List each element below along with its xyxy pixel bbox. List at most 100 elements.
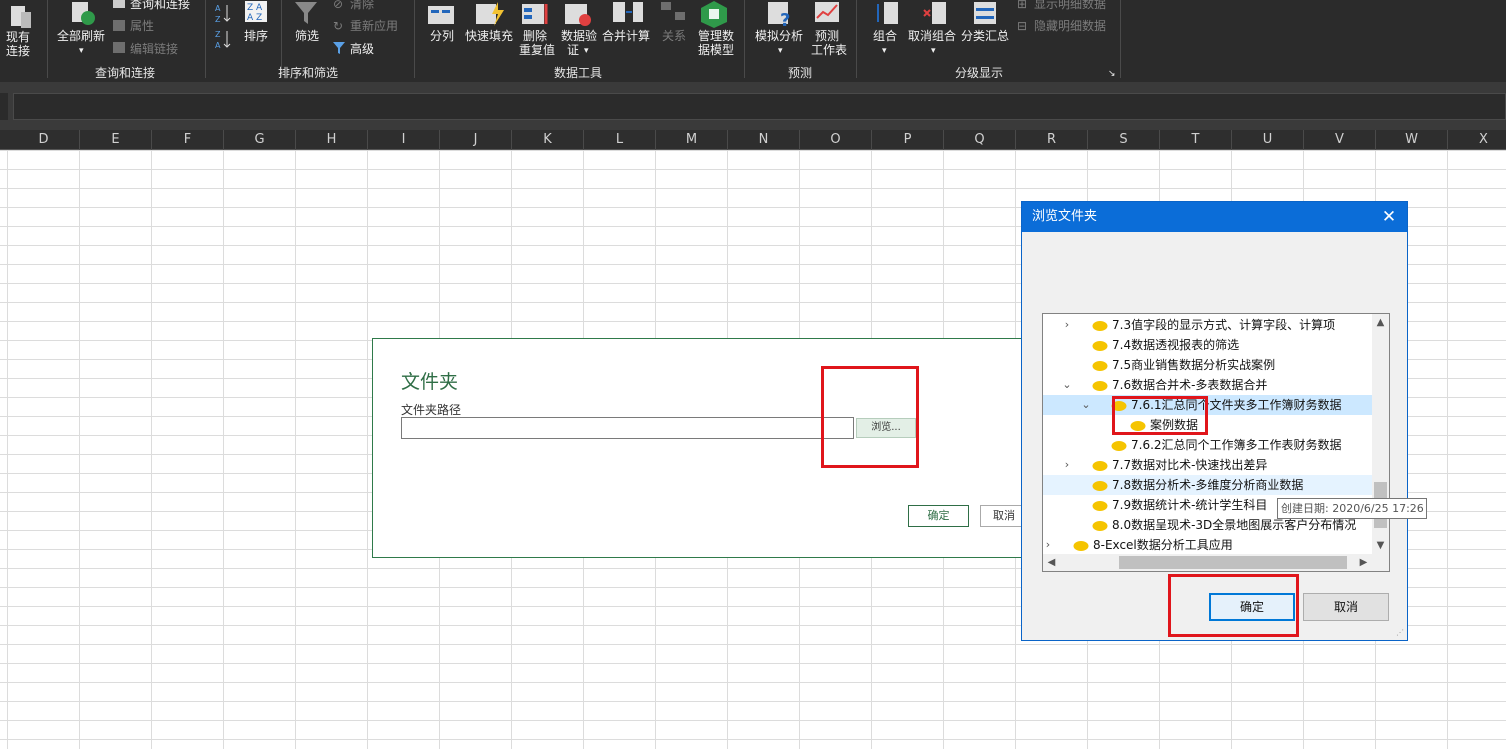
column-header-h[interactable]: H xyxy=(296,130,368,150)
folder-path-label: 文件夹路径 xyxy=(401,403,462,417)
consolidate-button[interactable]: 合并计算 xyxy=(602,29,650,43)
column-header-j[interactable]: J xyxy=(440,130,512,150)
scroll-up-icon[interactable]: ▲ xyxy=(1372,314,1389,331)
column-header-o[interactable]: O xyxy=(800,130,872,150)
column-header-n[interactable]: N xyxy=(728,130,800,150)
properties-button[interactable]: 属性 xyxy=(130,19,154,33)
folder-path-input[interactable] xyxy=(401,417,854,439)
column-header-f[interactable]: F xyxy=(152,130,224,150)
folder-tree-item[interactable]: ⌄ 7.6数据合并术-多表数据合并 xyxy=(1043,375,1373,395)
refresh-dropdown-arrow[interactable]: ▾ xyxy=(79,44,84,58)
advanced-button[interactable]: 高级 xyxy=(350,42,374,56)
folder-tree-item[interactable]: 7.6.2汇总同个工作簿多工作表财务数据 xyxy=(1043,435,1373,455)
data-validation-dropdown-arrow[interactable]: ▾ xyxy=(584,44,589,58)
folder-icon xyxy=(1092,461,1108,471)
annotation-box-browse xyxy=(821,366,919,468)
folder-tree-item[interactable]: ⌄ 7.6.1汇总同个文件夹多工作簿财务数据 xyxy=(1043,395,1373,415)
column-header-t[interactable]: T xyxy=(1160,130,1232,150)
sort-az-icon[interactable]: AZ xyxy=(214,2,232,24)
folder-icon xyxy=(1092,341,1108,351)
browse-cancel-button[interactable]: 取消 xyxy=(1303,593,1389,621)
column-header-e[interactable]: E xyxy=(80,130,152,150)
expand-chevron-icon[interactable]: ⌄ xyxy=(1061,375,1073,395)
horizontal-scrollbar[interactable]: ◀ ▶ xyxy=(1043,554,1389,571)
hide-detail-button[interactable]: 隐藏明细数据 xyxy=(1034,19,1106,33)
column-header-r[interactable]: R xyxy=(1016,130,1088,150)
folder-tree-item-label: 7.6.2汇总同个工作簿多工作表财务数据 xyxy=(1131,438,1342,452)
clear-button[interactable]: 清除 xyxy=(350,0,374,11)
column-header-x[interactable]: X xyxy=(1448,130,1506,150)
folder-ok-button[interactable]: 确定 xyxy=(908,505,969,527)
column-header-v[interactable]: V xyxy=(1304,130,1376,150)
group-label-queries: 查询和连接 xyxy=(95,66,156,80)
text-to-columns-button[interactable]: 分列 xyxy=(430,29,454,43)
folder-tree-item-label: 8-Excel数据分析工具应用 xyxy=(1093,538,1233,552)
column-header-s[interactable]: S xyxy=(1088,130,1160,150)
group-divider xyxy=(1120,0,1121,78)
folder-tree-item[interactable]: 7.4数据透视报表的筛选 xyxy=(1043,335,1373,355)
ungroup-button[interactable]: 取消组合 xyxy=(908,29,956,43)
relationships-button[interactable]: 关系 xyxy=(662,29,686,43)
column-header-w[interactable]: W xyxy=(1376,130,1448,150)
column-header-g[interactable]: G xyxy=(224,130,296,150)
refresh-all-button[interactable]: 全部刷新 xyxy=(57,29,105,43)
sort-za-icon[interactable]: ZA xyxy=(214,28,232,50)
expand-chevron-icon[interactable]: ⌄ xyxy=(1080,395,1092,415)
name-box[interactable] xyxy=(0,93,8,120)
filter-button[interactable]: 筛选 xyxy=(295,29,319,43)
column-header-i[interactable]: I xyxy=(368,130,440,150)
column-header-l[interactable]: L xyxy=(584,130,656,150)
resize-grip-icon[interactable]: ⋰ xyxy=(1396,628,1404,637)
folder-dialog: 文件夹 文件夹路径 浏览... 确定 取消 xyxy=(372,338,1052,558)
column-header-d[interactable]: D xyxy=(8,130,80,150)
subtotal-button[interactable]: 分类汇总 xyxy=(961,29,1009,43)
expand-chevron-icon[interactable]: › xyxy=(1043,535,1054,555)
close-icon[interactable]: ✕ xyxy=(1379,202,1399,232)
column-header-u[interactable]: U xyxy=(1232,130,1304,150)
data-validation-button[interactable]: 数据验证 xyxy=(561,29,597,57)
reapply-button[interactable]: 重新应用 xyxy=(350,19,398,33)
svg-text:A: A xyxy=(215,41,221,50)
group-dropdown-arrow[interactable]: ▾ xyxy=(882,44,887,58)
formula-input[interactable] xyxy=(13,93,1506,120)
outline-dialog-launcher-icon[interactable]: ↘ xyxy=(1108,67,1116,81)
manage-data-model-button[interactable]: 管理数 据模型 xyxy=(698,29,734,57)
flash-fill-button[interactable]: 快速填充 xyxy=(465,29,513,43)
group-divider xyxy=(856,0,857,78)
group-button[interactable]: 组合 xyxy=(873,29,897,43)
scroll-right-icon[interactable]: ▶ xyxy=(1355,554,1372,571)
folder-tree[interactable]: › 7.3值字段的显示方式、计算字段、计算项 7.4数据透视报表的筛选 7.5商业销售… xyxy=(1042,313,1390,572)
ungroup-dropdown-arrow[interactable]: ▾ xyxy=(931,44,936,58)
folder-tree-item[interactable]: › 7.7数据对比术-快速找出差异 xyxy=(1043,455,1373,475)
what-if-analysis-button[interactable]: 模拟分析 xyxy=(755,29,803,43)
column-header-p[interactable]: P xyxy=(872,130,944,150)
folder-tree-item[interactable]: 7.8数据分析术-多维度分析商业数据 xyxy=(1043,475,1373,495)
folder-tree-item[interactable]: › 8-Excel数据分析工具应用 xyxy=(1043,535,1373,555)
column-header-k[interactable]: K xyxy=(512,130,584,150)
group-label-sort-filter: 排序和筛选 xyxy=(278,66,339,80)
forecast-sheet-button[interactable]: 预测 工作表 xyxy=(811,29,847,57)
what-if-dropdown-arrow[interactable]: ▾ xyxy=(778,44,783,58)
sort-button[interactable]: 排序 xyxy=(244,29,268,43)
folder-tree-item[interactable]: › 7.3值字段的显示方式、计算字段、计算项 xyxy=(1043,315,1373,335)
refresh-all-icon xyxy=(72,2,95,25)
expand-chevron-icon[interactable]: › xyxy=(1061,455,1073,475)
expand-chevron-icon[interactable]: › xyxy=(1061,315,1073,335)
svg-text:Z: Z xyxy=(215,30,221,39)
horizontal-scroll-thumb[interactable] xyxy=(1119,556,1347,569)
queries-connections-button[interactable]: 查询和连接 xyxy=(130,0,190,11)
scroll-left-icon[interactable]: ◀ xyxy=(1043,554,1060,571)
scroll-down-icon[interactable]: ▼ xyxy=(1372,537,1389,554)
sort-dialog-icon: Z AA Z xyxy=(245,1,267,23)
existing-connections-button[interactable]: 现有 连接 xyxy=(6,30,30,58)
show-detail-button[interactable]: 显示明细数据 xyxy=(1034,0,1106,11)
folder-tree-item[interactable]: 案例数据 xyxy=(1043,415,1373,435)
edit-links-button[interactable]: 编辑链接 xyxy=(130,42,178,56)
remove-duplicates-button[interactable]: 删除 重复值 xyxy=(519,29,555,57)
folder-tree-item[interactable]: 7.5商业销售数据分析实战案例 xyxy=(1043,355,1373,375)
column-header-m[interactable]: M xyxy=(656,130,728,150)
column-header-q[interactable]: Q xyxy=(944,130,1016,150)
